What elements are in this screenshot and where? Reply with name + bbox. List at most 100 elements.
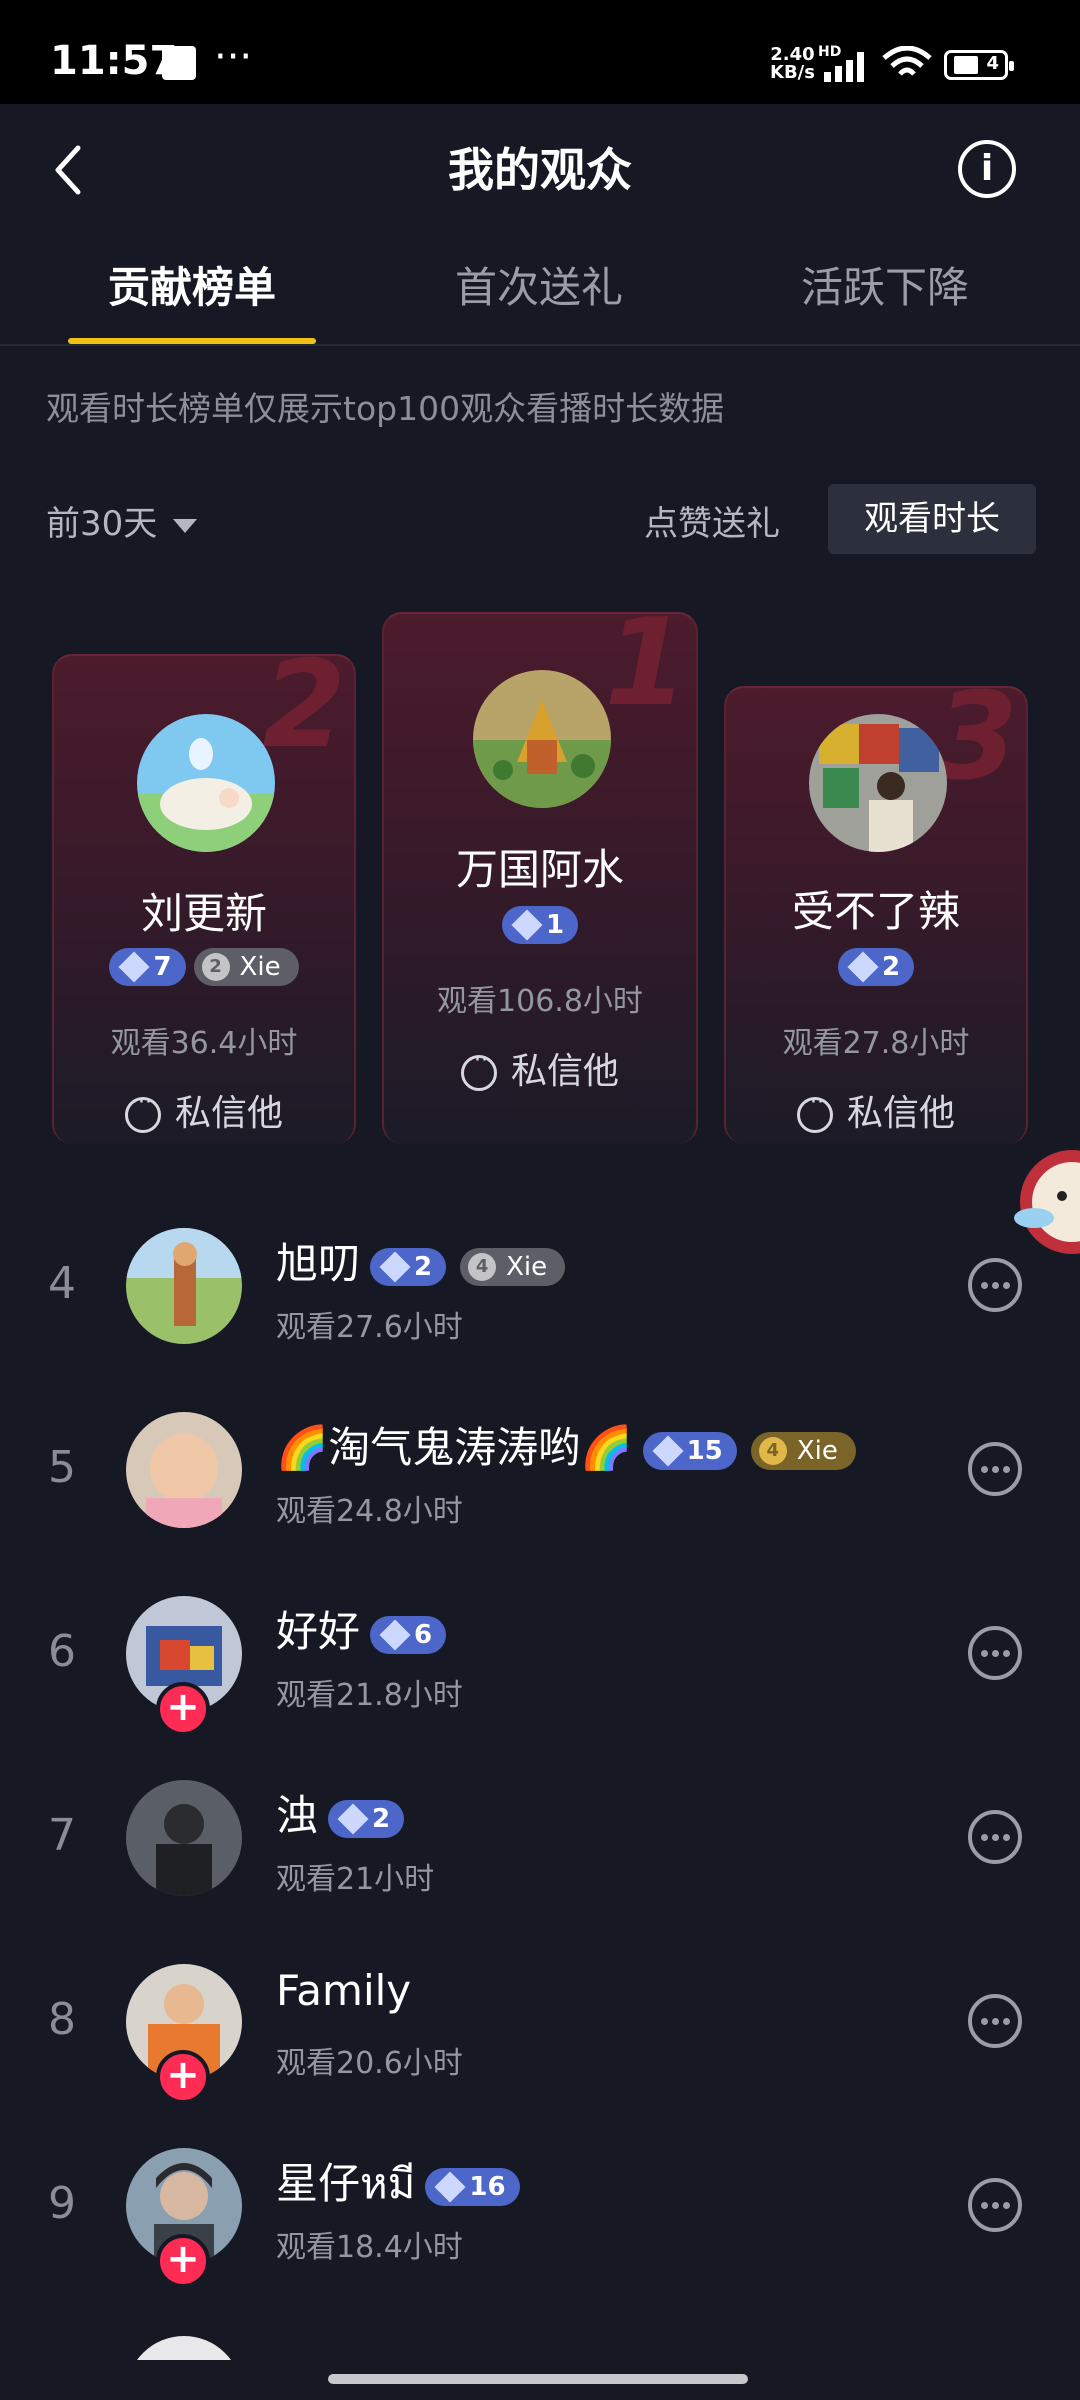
rank-number: 8 [48, 1994, 76, 2045]
chat-button[interactable] [968, 1258, 1022, 1312]
level-value: 1 [545, 910, 565, 940]
list-item[interactable]: 9 + 星仔หมี 16 观看18.4小时 [0, 2116, 1080, 2300]
level-badge: 6 [370, 1615, 447, 1654]
tab-bar: 贡献榜单 首次送礼 活跃下降 [0, 234, 1080, 346]
tab-activity-drop[interactable]: 活跃下降 [760, 254, 1010, 315]
level-value: 2 [372, 1803, 391, 1834]
follow-button[interactable]: + [156, 2050, 210, 2104]
list-item[interactable]: 4 旭叨 2 4 Xie 观看27.6小时 [0, 1196, 1080, 1380]
sort-watch-time[interactable]: 观看时长 [828, 484, 1036, 554]
list-item[interactable]: 8 + Family 观看20.6小时 [0, 1932, 1080, 2116]
list-item[interactable]: 6 + 好好 6 观看21.8小时 [0, 1564, 1080, 1748]
viewer-name-line: 🌈淘气鬼涛涛哟🌈 15 4 Xie [276, 1414, 860, 1475]
fan-club-name: Xie [796, 1435, 838, 1466]
avatar[interactable] [126, 1412, 242, 1528]
level-value: 16 [469, 2171, 506, 2202]
sort-likes-gifts[interactable]: 点赞送礼 [644, 496, 780, 545]
viewer-name: 星仔หมี [276, 2159, 416, 2208]
level-badge: 7 [109, 948, 186, 986]
notification-icon [162, 46, 196, 80]
network-speed-unit: KB/s [770, 62, 815, 83]
avatar[interactable] [126, 1228, 242, 1344]
message-button[interactable]: 私信他 [384, 1042, 696, 1094]
podium-card-1[interactable]: 1 万国阿水 1 观看106.8小时 私信他 [382, 612, 698, 1144]
list-item[interactable]: 7 浊2 观看21小时 [0, 1748, 1080, 1932]
watch-time: 观看106.8小时 [437, 984, 643, 1019]
level-value: 2 [414, 1251, 433, 1282]
fan-club-badge: 2 Xie [193, 948, 299, 986]
ranking-notice: 观看时长榜单仅展示top100观众看播时长数据 [46, 389, 725, 428]
status-time: 11:57 [50, 38, 178, 84]
level-badge: 1 [501, 906, 579, 944]
diamond-icon [511, 909, 543, 941]
viewer-name: 刘更新 [140, 889, 267, 938]
podium-card-2[interactable]: 2 刘更新 7 2 Xie 观看36.4小时 私信他 [52, 654, 356, 1144]
rank-number: 6 [48, 1626, 76, 1677]
level-badge: 16 [425, 2167, 520, 2206]
app-header: 我的观众 i [0, 104, 1080, 234]
level-badge: 2 [328, 1799, 405, 1838]
rank-number: 5 [48, 1442, 76, 1493]
rank-number: 4 [48, 1258, 76, 1309]
follow-button[interactable]: + [156, 2234, 210, 2288]
chat-button[interactable] [968, 1626, 1022, 1680]
heart-icon: 2 [201, 953, 230, 981]
viewer-name-line: 星仔หมี 16 [276, 2150, 524, 2217]
viewer-name: 浊 [276, 1791, 319, 1840]
watch-time: 观看21小时 [276, 1862, 435, 1897]
list-item[interactable]: 5 🌈淘气鬼涛涛哟🌈 15 4 Xie 观看24.8小时 [0, 1380, 1080, 1564]
badges: 2 [726, 948, 1026, 986]
watch-time: 观看24.8小时 [276, 1494, 463, 1529]
message-button[interactable]: 私信他 [54, 1084, 354, 1136]
chat-button[interactable] [968, 1810, 1022, 1864]
fan-club-name: Xie [506, 1251, 548, 1282]
info-button[interactable]: i [958, 140, 1016, 198]
tab-indicator [68, 338, 316, 344]
home-indicator[interactable] [328, 2374, 748, 2384]
avatar[interactable] [126, 2336, 242, 2360]
level-badge: 2 [837, 948, 915, 986]
tab-first-gift[interactable]: 首次送礼 [414, 254, 664, 315]
diamond-icon [379, 1250, 411, 1283]
level-value: 2 [881, 952, 901, 982]
level-badge: 15 [642, 1431, 737, 1470]
rank-number: 7 [48, 1810, 76, 1861]
watch-time: 观看21.8小时 [276, 1678, 463, 1713]
avatar[interactable] [126, 1780, 242, 1896]
viewer-name-line: 旭叨 2 4 Xie [276, 1230, 569, 1291]
chat-button[interactable] [968, 2178, 1022, 2232]
rank-number: 2 [262, 654, 347, 775]
avatar[interactable] [809, 714, 947, 852]
avatar[interactable] [137, 714, 275, 852]
battery-icon: 4 [944, 50, 1014, 80]
diamond-icon [337, 1802, 369, 1835]
list-item-partial[interactable] [0, 2300, 1080, 2360]
rank-number: 1 [604, 612, 689, 733]
tab-contribution[interactable]: 贡献榜单 [67, 254, 317, 315]
viewer-name: 万国阿水 [455, 845, 624, 894]
heart-icon: 4 [468, 1252, 497, 1281]
chat-button[interactable] [968, 1994, 1022, 2048]
viewer-name-line: 浊2 [276, 1782, 408, 1843]
signal-icon [824, 52, 864, 82]
follow-button[interactable]: + [156, 1682, 210, 1736]
fan-club-badge: 4 Xie [750, 1431, 856, 1470]
level-value: 15 [686, 1435, 723, 1466]
period-dropdown[interactable]: 前30天 [46, 496, 198, 545]
avatar[interactable] [473, 670, 611, 808]
viewer-name: Family [276, 1966, 412, 2015]
chat-button[interactable] [968, 1442, 1022, 1496]
wifi-icon [882, 46, 932, 76]
badges: 1 [384, 906, 696, 944]
watch-time: 观看27.8小时 [782, 1026, 970, 1061]
status-bar: 11:57 ··· 2.40 KB/s HD 4 [0, 0, 1080, 104]
watch-time: 观看18.4小时 [276, 2230, 463, 2265]
message-label: 私信他 [174, 1093, 283, 1134]
watch-time: 观看20.6小时 [276, 2046, 463, 2081]
page-title: 我的观众 [448, 143, 632, 197]
fan-club-badge: 4 Xie [460, 1247, 566, 1286]
watch-time: 观看36.4小时 [110, 1026, 298, 1061]
podium-card-3[interactable]: 3 受不了辣 2 观看27.8小时 私信他 [724, 686, 1028, 1144]
badges: 7 2 Xie [54, 948, 354, 986]
message-button[interactable]: 私信他 [726, 1084, 1026, 1136]
